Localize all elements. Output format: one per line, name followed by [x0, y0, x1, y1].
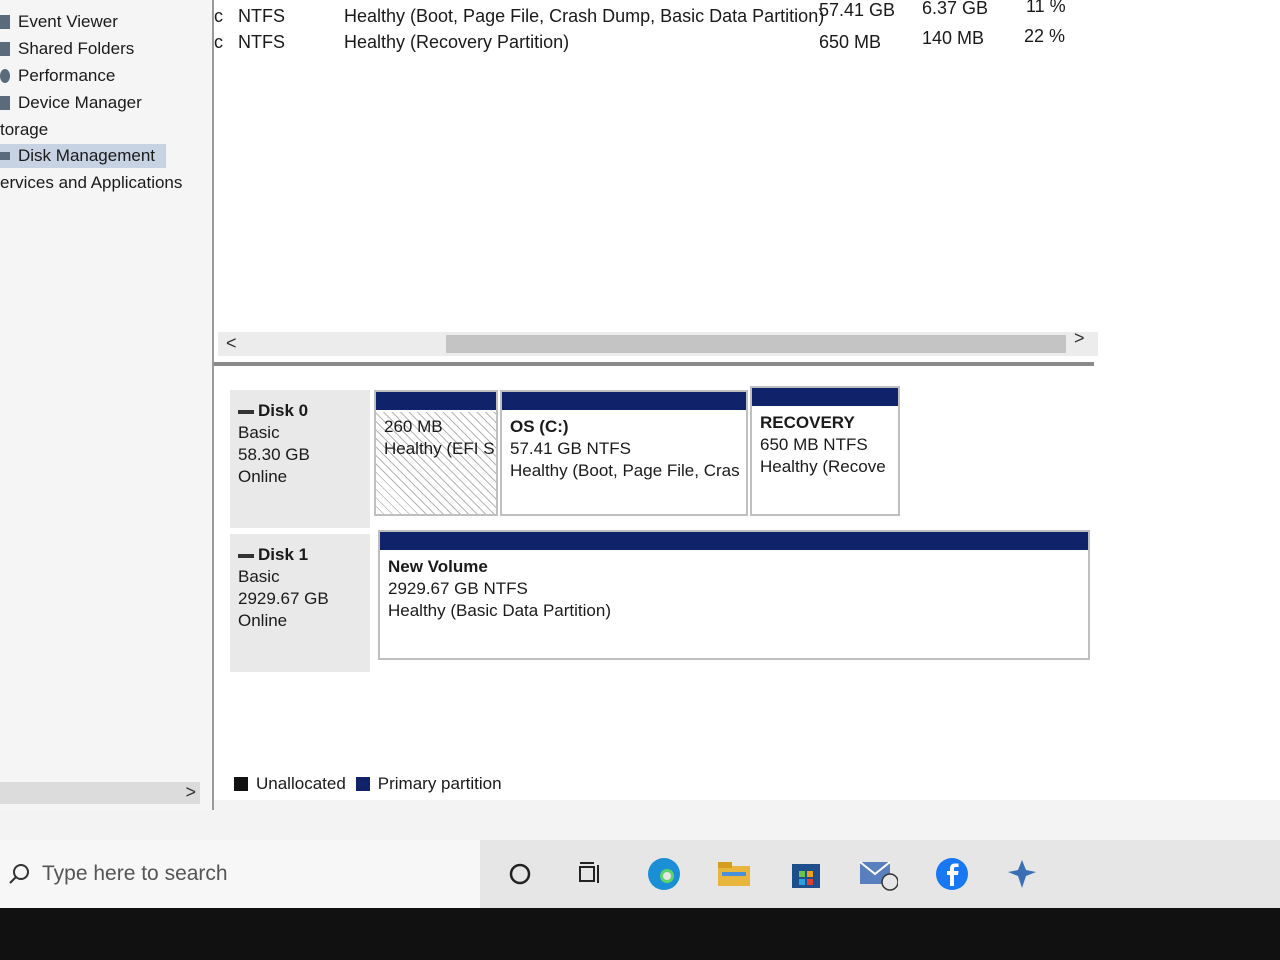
tree-item-label: Device Manager [18, 93, 142, 112]
tree-item-performance[interactable]: Performance [0, 64, 115, 88]
partition-bar [752, 388, 898, 406]
disk-0-label[interactable]: Disk 0 Basic 58.30 GB Online [230, 390, 370, 528]
partition-bar [376, 392, 496, 410]
volume-list-horizontal-scrollbar[interactable]: < > [218, 328, 1098, 356]
volume-capacity: 57.41 GB [819, 0, 896, 20]
volume-fs: NTFS [238, 32, 285, 52]
tree-item-event-viewer[interactable]: Event Viewer [0, 10, 118, 34]
volume-free: 140 MB [922, 28, 985, 48]
partition-os-c[interactable]: OS (C:) 57.41 GB NTFS Healthy (Boot, Pag… [500, 390, 748, 516]
partition-body: New Volume 2929.67 GB NTFS Healthy (Basi… [380, 552, 1088, 658]
tree-item-label: Performance [18, 66, 116, 85]
partition-bar [502, 392, 746, 410]
performance-icon [0, 69, 10, 83]
taskbar: Type here to search [0, 840, 1280, 908]
partition-status: Healthy (Basic Data Partition) [388, 601, 611, 620]
partition-bar [380, 532, 1088, 550]
tree-item-label: ervices and Applications [0, 173, 183, 192]
partition-status: Healthy (Recove [760, 457, 886, 476]
volume-type: c [214, 6, 223, 26]
partition-size: 2929.67 GB NTFS [388, 579, 528, 598]
tree-horizontal-scrollbar[interactable]: > [0, 782, 200, 804]
tree-item-storage[interactable]: torage [0, 118, 48, 142]
device-manager-icon [0, 96, 10, 110]
disk-name: Disk 0 [258, 401, 309, 420]
disk-status: Online [238, 611, 288, 630]
volume-row[interactable]: c NTFS Healthy (Boot, Page File, Crash D… [214, 0, 1094, 30]
legend-label: Unallocated [256, 774, 346, 793]
disk-icon [238, 409, 254, 414]
disk-name: Disk 1 [258, 545, 309, 564]
volume-capacity: 650 MB [819, 32, 882, 52]
partition-body: 260 MB Healthy (EFI S [376, 412, 496, 514]
disk-size: 2929.67 GB [238, 589, 329, 608]
partition-size: 260 MB [384, 417, 443, 436]
partition-size: 650 MB NTFS [760, 435, 868, 454]
partition-recovery[interactable]: RECOVERY 650 MB NTFS Healthy (Recove [750, 386, 900, 516]
volume-free: 6.37 GB [922, 0, 989, 18]
tree-item-label: torage [0, 120, 49, 139]
cortana-circle-icon[interactable] [500, 854, 540, 894]
tree-item-services-and-applications[interactable]: ervices and Applications [0, 171, 182, 195]
partition-title: OS (C:) [510, 417, 569, 436]
partition-title: RECOVERY [760, 413, 855, 432]
disk-size: 58.30 GB [238, 445, 310, 464]
disk-type: Basic [238, 423, 280, 442]
partition-legend: Unallocated Primary partition [234, 774, 512, 794]
pane-splitter[interactable] [214, 362, 1094, 366]
search-placeholder: Type here to search [42, 862, 228, 885]
task-view-icon[interactable] [570, 854, 610, 894]
tree-item-device-manager[interactable]: Device Manager [0, 91, 142, 115]
disk-icon [238, 553, 254, 558]
tree-item-label: Shared Folders [18, 39, 135, 58]
screen: Event Viewer Shared Folders Performance … [0, 0, 1280, 840]
pinned-app-icon[interactable] [1002, 854, 1042, 894]
partition-size: 57.41 GB NTFS [510, 439, 631, 458]
scroll-right-arrow[interactable]: > [185, 782, 196, 803]
disk-status: Online [238, 467, 288, 486]
mail-icon[interactable] [858, 854, 898, 894]
unallocated-swatch [234, 777, 248, 791]
file-explorer-icon[interactable] [714, 854, 754, 894]
shared-folders-icon [0, 42, 10, 56]
facebook-icon[interactable] [932, 854, 972, 894]
primary-swatch [355, 777, 370, 791]
volume-percent-free: 22 % [1024, 26, 1066, 46]
partition-title: New Volume [388, 557, 488, 576]
tree-item-label: Event Viewer [18, 12, 118, 31]
scroll-right-arrow[interactable]: > [1074, 328, 1085, 349]
event-viewer-icon [0, 15, 10, 29]
taskbar-search-box[interactable]: Type here to search [0, 840, 480, 908]
disk-type: Basic [238, 567, 280, 586]
bezel [0, 908, 1280, 960]
store-icon[interactable] [786, 854, 826, 894]
legend-primary: Primary partition [355, 774, 502, 794]
partition-status: Healthy (EFI S [384, 439, 495, 458]
search-icon [9, 864, 29, 884]
scroll-left-arrow[interactable]: < [226, 333, 237, 354]
tree-item-label: Disk Management [18, 146, 156, 165]
partition-new-volume[interactable]: New Volume 2929.67 GB NTFS Healthy (Basi… [378, 530, 1090, 660]
disk-management-icon [0, 152, 10, 160]
partition-efi[interactable]: 260 MB Healthy (EFI S [374, 390, 498, 516]
partition-body: RECOVERY 650 MB NTFS Healthy (Recove [752, 408, 898, 514]
disk-graphical-view: Disk 0 Basic 58.30 GB Online 260 MB Heal… [222, 376, 1100, 796]
legend-unallocated: Unallocated [234, 774, 346, 794]
scrollbar-thumb[interactable] [446, 335, 1066, 353]
partition-body: OS (C:) 57.41 GB NTFS Healthy (Boot, Pag… [502, 412, 746, 514]
volume-status: Healthy (Boot, Page File, Crash Dump, Ba… [344, 6, 825, 26]
volume-row[interactable]: c NTFS Healthy (Recovery Partition) 650 … [214, 26, 1094, 56]
tree-item-disk-management[interactable]: Disk Management [0, 144, 166, 168]
legend-label: Primary partition [377, 774, 502, 793]
disk-management-pane: c NTFS Healthy (Boot, Page File, Crash D… [214, 0, 1280, 800]
volume-percent-free: 11 % [1026, 0, 1066, 16]
partition-status: Healthy (Boot, Page File, Cras [510, 461, 740, 480]
volume-status: Healthy (Recovery Partition) [344, 32, 570, 52]
edge-icon[interactable] [644, 854, 684, 894]
disk-1-label[interactable]: Disk 1 Basic 2929.67 GB Online [230, 534, 370, 672]
volume-fs: NTFS [238, 6, 285, 26]
volume-type: c [214, 32, 223, 52]
console-tree: Event Viewer Shared Folders Performance … [0, 0, 214, 810]
tree-item-shared-folders[interactable]: Shared Folders [0, 37, 134, 61]
